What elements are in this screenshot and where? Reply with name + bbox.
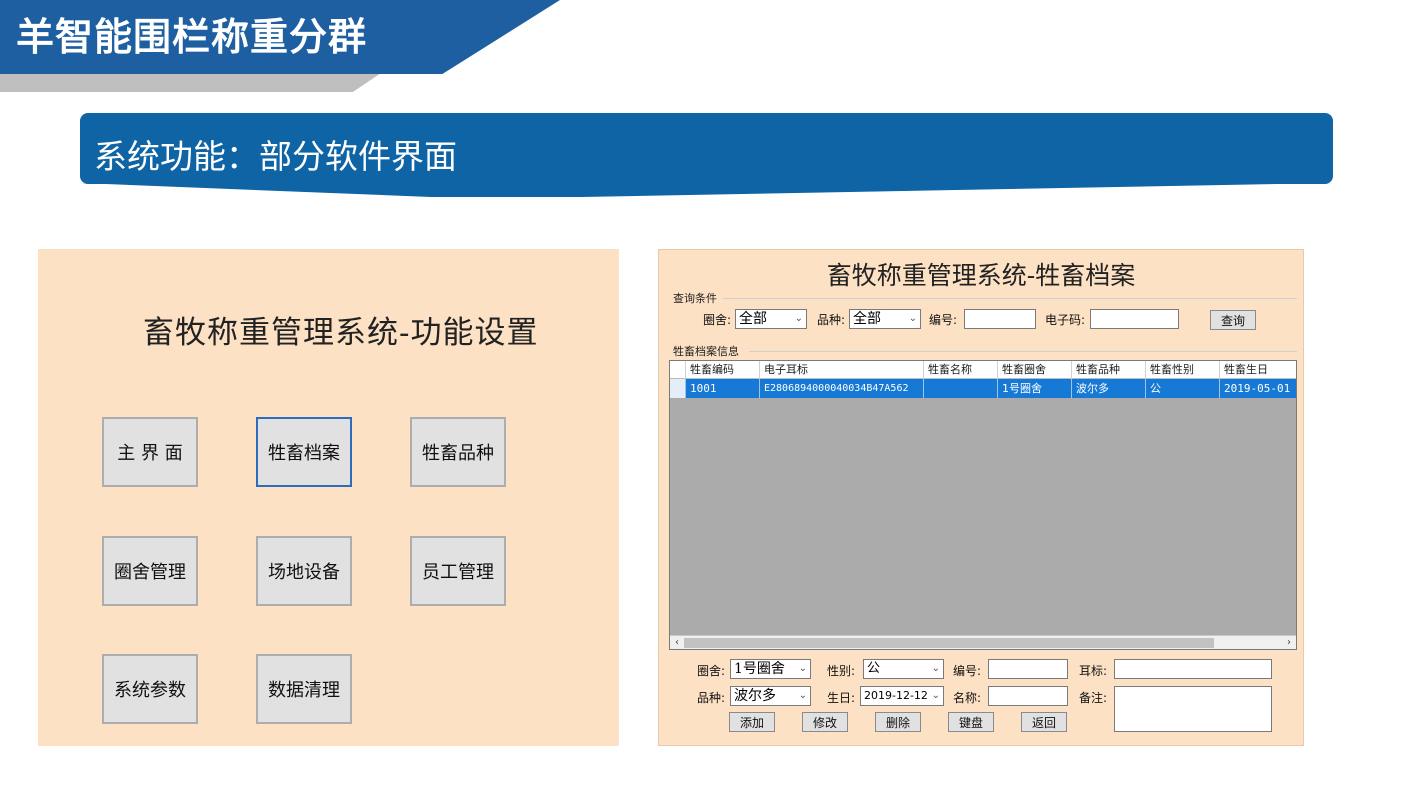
- table-cell[interactable]: 公: [1146, 379, 1220, 398]
- delete-button[interactable]: 删除: [875, 712, 921, 732]
- table-header: 牲畜编码 电子耳标 牲畜名称 牲畜圈舍 牲畜品种 牲畜性别 牲畜生日: [670, 361, 1296, 379]
- site-equipment-button[interactable]: 场地设备: [256, 536, 352, 606]
- scrollbar-thumb[interactable]: [684, 638, 1214, 648]
- column-header[interactable]: 牲畜品种: [1072, 361, 1146, 379]
- table-cell[interactable]: 1号圈舍: [998, 379, 1072, 398]
- chevron-down-icon: ⌄: [931, 690, 940, 701]
- column-header[interactable]: 牲畜性别: [1146, 361, 1220, 379]
- column-header[interactable]: 电子耳标: [760, 361, 924, 379]
- slide-subtitle: 系统功能：部分软件界面: [94, 137, 457, 176]
- form-gender-label: 性别:: [827, 664, 856, 678]
- chevron-down-icon: ⌄: [798, 690, 807, 701]
- form-name-input[interactable]: [988, 686, 1068, 706]
- chevron-down-icon: ⌄: [908, 313, 917, 324]
- query-number-label: 编号:: [929, 313, 958, 327]
- table-cell[interactable]: 波尔多: [1072, 379, 1146, 398]
- info-group-line: [749, 351, 1297, 352]
- table-cell[interactable]: [924, 379, 998, 398]
- form-birthday-value: 2019-12-12: [864, 689, 928, 702]
- data-cleanup-button[interactable]: 数据清理: [256, 654, 352, 724]
- form-number-input[interactable]: [988, 659, 1068, 679]
- system-parameters-button[interactable]: 系统参数: [102, 654, 198, 724]
- column-header[interactable]: 牲畜名称: [924, 361, 998, 379]
- function-settings-title: 畜牧称重管理系统-功能设置: [143, 315, 539, 351]
- column-header[interactable]: 牲畜编码: [686, 361, 760, 379]
- form-birthday-picker[interactable]: 2019-12-12 ⌄: [860, 686, 944, 706]
- livestock-table[interactable]: 牲畜编码 电子耳标 牲畜名称 牲畜圈舍 牲畜品种 牲畜性别 牲畜生日 1001 …: [669, 360, 1297, 650]
- scroll-left-icon[interactable]: ‹: [670, 636, 684, 649]
- table-cell[interactable]: 2019-05-01: [1220, 379, 1296, 398]
- staff-management-button[interactable]: 员工管理: [410, 536, 506, 606]
- livestock-archive-button[interactable]: 牲畜档案: [256, 417, 352, 487]
- column-header[interactable]: 牲畜生日: [1220, 361, 1296, 379]
- query-breed-select[interactable]: 全部 ⌄: [849, 309, 921, 329]
- query-number-input[interactable]: [964, 309, 1036, 329]
- form-pen-select[interactable]: 1号圈舍 ⌄: [730, 659, 811, 679]
- back-button[interactable]: 返回: [1021, 712, 1067, 732]
- form-gender-value: 公: [867, 661, 881, 676]
- form-breed-value: 波尔多: [734, 688, 776, 704]
- chevron-down-icon: ⌄: [798, 663, 807, 674]
- query-group-line: [723, 298, 1297, 299]
- livestock-breed-button[interactable]: 牲畜品种: [410, 417, 506, 487]
- form-eartag-input[interactable]: [1114, 659, 1272, 679]
- form-breed-select[interactable]: 波尔多 ⌄: [730, 686, 811, 706]
- table-cell[interactable]: 1001: [686, 379, 760, 398]
- form-number-label: 编号:: [953, 664, 982, 678]
- horizontal-scrollbar[interactable]: ‹ ›: [670, 635, 1296, 649]
- function-settings-window: 畜牧称重管理系统-功能设置 主 界 面 牲畜档案 牲畜品种 圈舍管理 场地设备 …: [38, 249, 619, 746]
- query-button[interactable]: 查询: [1210, 310, 1256, 330]
- query-pen-value: 全部: [739, 311, 767, 327]
- form-remark-input[interactable]: [1114, 686, 1272, 732]
- modify-button[interactable]: 修改: [802, 712, 848, 732]
- livestock-archive-window: 畜牧称重管理系统-牲畜档案 查询条件 圈舍: 全部 ⌄ 品种: 全部 ⌄ 编号:…: [658, 249, 1304, 746]
- header-corner: [670, 361, 686, 379]
- form-eartag-label: 耳标:: [1079, 664, 1108, 678]
- add-button[interactable]: 添加: [729, 712, 775, 732]
- table-row[interactable]: 1001 E2806894000040034B47A562 1号圈舍 波尔多 公…: [670, 379, 1296, 398]
- query-pen-label: 圈舍:: [703, 313, 732, 327]
- form-pen-value: 1号圈舍: [734, 661, 785, 677]
- table-cell[interactable]: E2806894000040034B47A562: [760, 379, 924, 398]
- query-breed-value: 全部: [853, 311, 881, 327]
- chevron-down-icon: ⌄: [794, 313, 803, 324]
- main-screen-button[interactable]: 主 界 面: [102, 417, 198, 487]
- form-gender-select[interactable]: 公 ⌄: [863, 659, 944, 679]
- row-selector[interactable]: [670, 379, 686, 398]
- query-etag-input[interactable]: [1090, 309, 1179, 329]
- form-remark-label: 备注:: [1079, 691, 1108, 705]
- form-name-label: 名称:: [953, 691, 982, 705]
- livestock-archive-title: 畜牧称重管理系统-牲畜档案: [826, 261, 1136, 290]
- column-header[interactable]: 牲畜圈舍: [998, 361, 1072, 379]
- query-group-label: 查询条件: [673, 292, 717, 305]
- info-group-label: 牲畜档案信息: [673, 345, 739, 358]
- form-pen-label: 圈舍:: [697, 664, 726, 678]
- form-breed-label: 品种:: [697, 691, 726, 705]
- keyboard-button[interactable]: 键盘: [948, 712, 994, 732]
- query-pen-select[interactable]: 全部 ⌄: [735, 309, 807, 329]
- slide-title: 羊智能围栏称重分群: [16, 15, 368, 59]
- query-breed-label: 品种:: [817, 313, 846, 327]
- subtitle-bar-notch: [80, 183, 1333, 197]
- scroll-right-icon[interactable]: ›: [1282, 636, 1296, 649]
- chevron-down-icon: ⌄: [931, 663, 940, 674]
- pen-management-button[interactable]: 圈舍管理: [102, 536, 198, 606]
- form-birthday-label: 生日:: [827, 691, 856, 705]
- query-etag-label: 电子码:: [1045, 313, 1086, 327]
